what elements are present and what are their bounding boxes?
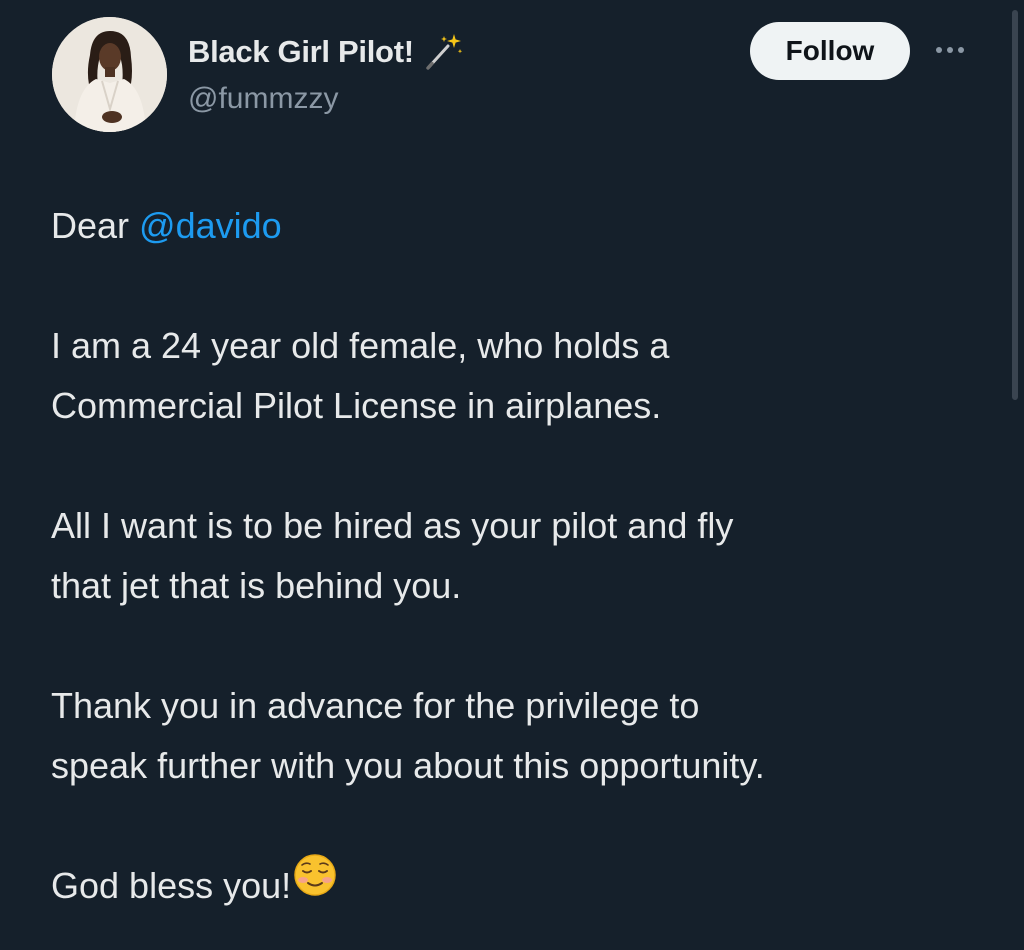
tweet-closing: God bless you! (51, 853, 991, 916)
tweet-paragraph-1: I am a 24 year old female, who holds a C… (51, 316, 991, 436)
more-options-icon[interactable] (930, 32, 970, 68)
avatar-image (52, 17, 167, 132)
tweet-paragraph-3: Thank you in advance for the privilege t… (51, 676, 991, 796)
paragraph-line: Thank you in advance for the privilege t… (51, 685, 700, 726)
greeting-prefix: Dear (51, 205, 140, 246)
mention-link[interactable]: @davido (139, 205, 282, 246)
more-dot (958, 47, 964, 53)
tweet-greeting: Dear @davido (51, 196, 991, 256)
paragraph-line: All I want is to be hired as your pilot … (51, 505, 734, 546)
paragraph-line: Commercial Pilot License in airplanes. (51, 385, 662, 426)
paragraph-line: that jet that is behind you. (51, 565, 462, 606)
scrollbar[interactable] (1012, 10, 1018, 400)
avatar[interactable] (52, 17, 167, 132)
tweet-paragraph-2: All I want is to be hired as your pilot … (51, 496, 991, 616)
paragraph-line: speak further with you about this opport… (51, 745, 765, 786)
tweet-text: Dear @davido I am a 24 year old female, … (51, 196, 991, 916)
tweet-card: Black Girl Pilot! @fummzzy Follow Dear @… (0, 0, 1024, 950)
author-handle[interactable]: @fummzzy (188, 82, 338, 116)
smiling-face-emoji-icon (293, 853, 337, 915)
more-dot (947, 47, 953, 53)
paragraph-line: I am a 24 year old female, who holds a (51, 325, 670, 366)
author-name-row: Black Girl Pilot! (188, 30, 464, 74)
follow-button[interactable]: Follow (750, 22, 910, 80)
closing-text: God bless you! (51, 865, 292, 906)
more-dot (936, 47, 942, 53)
magic-wand-icon (424, 32, 464, 72)
author-display-name[interactable]: Black Girl Pilot! (188, 34, 414, 70)
